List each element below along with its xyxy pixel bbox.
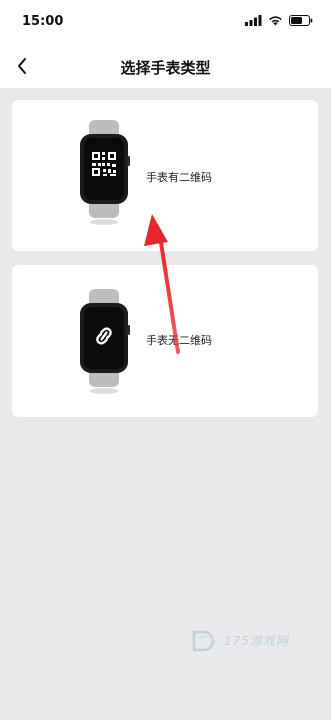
wifi-icon (269, 16, 282, 26)
signal-icon (245, 15, 262, 26)
watch-qr-illustration (74, 118, 134, 228)
battery-icon (289, 15, 313, 26)
status-bar: 15:00 (0, 0, 331, 44)
watermark-text: 175游戏网 (224, 633, 289, 648)
watch-link-illustration (74, 287, 134, 397)
nav-bar: 选择手表类型 (0, 44, 331, 88)
content-area: 手表有二维码 手表无二维码 (0, 88, 331, 720)
option-card-with-qr[interactable]: 手表有二维码 (12, 100, 318, 251)
status-time: 15:00 (22, 14, 64, 29)
option-label-without-qr: 手表无二维码 (146, 334, 212, 347)
watermark-logo-icon (192, 630, 217, 652)
watermark: 175游戏网 (190, 628, 289, 652)
page-title: 选择手表类型 (120, 59, 211, 77)
qr-code-icon (92, 152, 116, 176)
status-icons (245, 15, 313, 26)
option-card-without-qr[interactable]: 手表无二维码 (12, 265, 318, 417)
option-label-with-qr: 手表有二维码 (146, 171, 212, 184)
